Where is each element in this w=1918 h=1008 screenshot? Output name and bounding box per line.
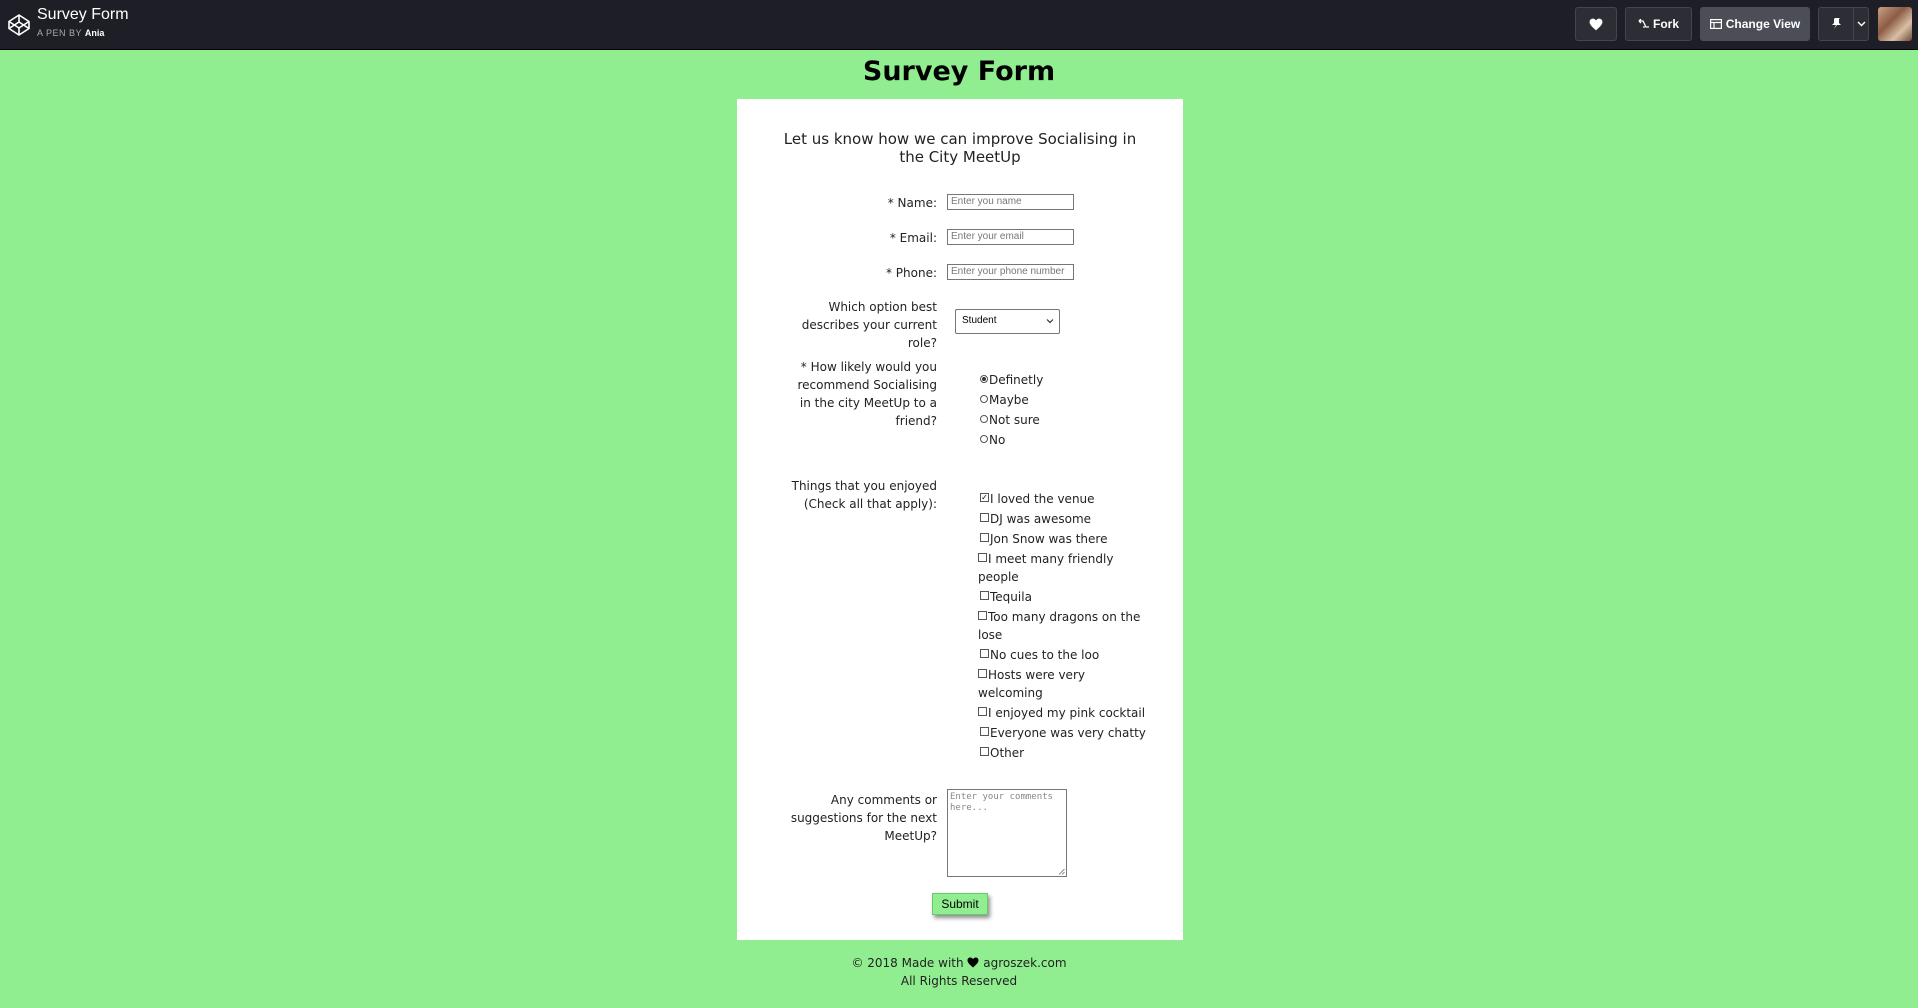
checkbox[interactable]: [980, 649, 989, 658]
enjoyed-option[interactable]: Everyone was very chatty: [980, 724, 1146, 742]
email-label: * Email:: [889, 231, 937, 245]
enjoyed-option-label: I loved the venue: [990, 492, 1095, 506]
name-label: * Name:: [887, 196, 937, 210]
comments-placeholder: Enter your comments here...: [950, 792, 1053, 813]
enjoyed-option-label: Hosts were very welcoming: [978, 668, 1085, 700]
fork-button[interactable]: Fork: [1625, 7, 1692, 41]
enjoyed-option-label: I enjoyed my pink cocktail: [988, 706, 1146, 720]
radio-button[interactable]: [980, 414, 988, 423]
heart-icon: [1589, 18, 1603, 30]
survey-description: Let us know how we can improve Socialisi…: [783, 130, 1137, 166]
enjoyed-option[interactable]: DJ was awesome: [980, 510, 1091, 528]
page-title: Survey Form: [862, 56, 1056, 87]
submit-button[interactable]: Submit: [932, 893, 988, 915]
recommend-label: * How likely would you recommend Sociali…: [797, 360, 937, 428]
phone-label: * Phone:: [885, 266, 937, 280]
change-view-button[interactable]: Change View: [1700, 7, 1810, 41]
enjoyed-option-label: Other: [990, 746, 1025, 760]
checkbox[interactable]: [980, 513, 989, 522]
enjoyed-option[interactable]: Too many dragons on the lose: [978, 608, 1148, 644]
checkbox[interactable]: [978, 553, 987, 562]
recommend-option[interactable]: Maybe: [980, 391, 1029, 409]
chevron-down-icon: [1857, 21, 1865, 27]
fork-label: Fork: [1652, 17, 1679, 31]
pin-dropdown-button[interactable]: [1853, 7, 1869, 41]
enjoyed-label: Things that you enjoyed (Check all that …: [791, 479, 937, 511]
enjoyed-option[interactable]: Tequila: [980, 588, 1032, 606]
checkbox[interactable]: [980, 747, 989, 756]
enjoyed-option-label: No cues to the loo: [990, 648, 1100, 662]
radio-button[interactable]: [980, 374, 988, 383]
checkbox[interactable]: [978, 669, 987, 678]
checkbox[interactable]: [980, 533, 989, 542]
footer-site-link[interactable]: agroszek.com: [983, 956, 1066, 970]
pen-author-line: A PEN BY Ania: [37, 28, 104, 38]
enjoyed-option[interactable]: No cues to the loo: [980, 646, 1099, 664]
enjoyed-option-label: Tequila: [990, 590, 1032, 604]
comments-label: Any comments or suggestions for the next…: [790, 793, 937, 843]
recommend-option-label: Maybe: [989, 393, 1029, 407]
enjoyed-option[interactable]: I meet many friendly people: [978, 550, 1148, 586]
user-avatar[interactable]: [1878, 7, 1912, 41]
layout-icon: [1709, 19, 1722, 29]
pen-title: Survey Form: [37, 6, 129, 23]
recommend-option-label: Not sure: [989, 413, 1040, 427]
role-label: Which option best describes your current…: [801, 300, 937, 350]
radio-button[interactable]: [980, 434, 988, 443]
email-input[interactable]: Enter your email: [947, 229, 1074, 245]
enjoyed-option-label: I meet many friendly people: [978, 552, 1114, 584]
enjoyed-option[interactable]: Jon Snow was there: [980, 530, 1107, 548]
enjoyed-option[interactable]: Other: [980, 744, 1024, 762]
codepen-topbar: Survey Form A PEN BY Ania Fork Change Vi…: [0, 0, 1918, 49]
name-input[interactable]: Enter you name: [947, 194, 1074, 210]
codepen-logo-icon[interactable]: [7, 13, 31, 37]
enjoyed-option[interactable]: I enjoyed my pink cocktail: [978, 704, 1148, 722]
enjoyed-option-label: Too many dragons on the lose: [978, 610, 1141, 642]
role-select[interactable]: Student: [955, 309, 1060, 334]
footer-credit: © 2018 Made with agroszek.com: [0, 954, 1918, 972]
checkbox[interactable]: [978, 611, 987, 620]
chevron-down-icon: [1046, 319, 1054, 324]
checkbox[interactable]: ✓: [980, 493, 989, 502]
phone-input[interactable]: Enter your phone number: [947, 264, 1074, 280]
heart-icon: [967, 957, 979, 968]
recommend-option-label: Definetly: [989, 373, 1044, 387]
checkbox[interactable]: [978, 707, 987, 716]
enjoyed-option-label: Jon Snow was there: [990, 532, 1108, 546]
pin-button[interactable]: [1818, 7, 1854, 41]
pin-icon: [1831, 18, 1841, 29]
enjoyed-option[interactable]: Hosts were very welcoming: [978, 666, 1148, 702]
recommend-option-label: No: [989, 433, 1006, 447]
pen-author-link[interactable]: Ania: [85, 28, 105, 38]
change-view-label: Change View: [1725, 17, 1801, 31]
footer-prefix: © 2018 Made with: [851, 956, 964, 970]
pen-by-prefix: A PEN BY: [37, 28, 82, 38]
enjoyed-option-label: Everyone was very chatty: [990, 726, 1146, 740]
checkbox[interactable]: [980, 727, 989, 736]
enjoyed-option-label: DJ was awesome: [990, 512, 1092, 526]
enjoyed-option[interactable]: ✓ I loved the venue: [980, 490, 1095, 508]
resize-handle-icon[interactable]: [1058, 868, 1065, 875]
footer-rights: All Rights Reserved: [900, 974, 1018, 988]
comments-textarea[interactable]: Enter your comments here...: [947, 789, 1067, 877]
heart-button[interactable]: [1575, 7, 1617, 41]
recommend-option[interactable]: Definetly: [980, 371, 1043, 389]
recommend-option[interactable]: Not sure: [980, 411, 1040, 429]
fork-icon: [1638, 19, 1649, 28]
checkbox[interactable]: [980, 591, 989, 600]
role-selected-value: Student: [962, 315, 997, 326]
recommend-option[interactable]: No: [980, 431, 1005, 449]
radio-button[interactable]: [980, 394, 988, 403]
